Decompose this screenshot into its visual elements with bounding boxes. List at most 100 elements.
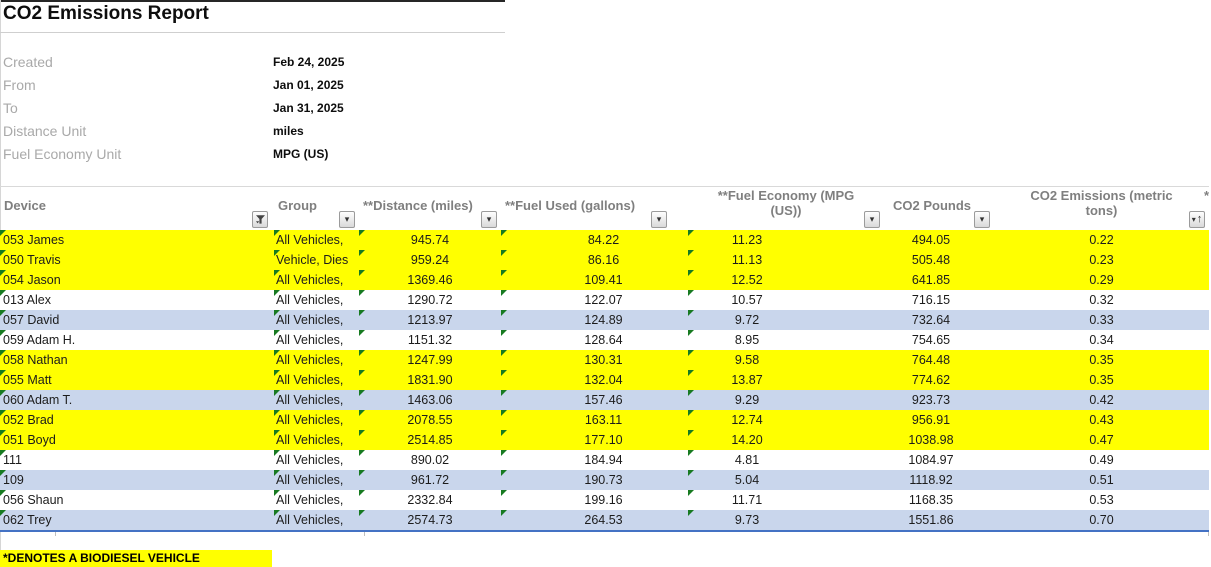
co2-pounds-cell[interactable]: 754.65 xyxy=(884,330,994,350)
device-cell[interactable]: 060 Adam T. xyxy=(0,390,274,410)
filter-dropdown-button[interactable]: ▾ xyxy=(651,211,667,228)
co2-pounds-cell[interactable]: 1118.92 xyxy=(884,470,994,490)
distance-cell[interactable]: 1247.99 xyxy=(359,350,501,370)
filter-applied-button[interactable] xyxy=(252,211,268,228)
co2-pounds-cell[interactable]: 764.48 xyxy=(884,350,994,370)
distance-cell[interactable]: 1151.32 xyxy=(359,330,501,350)
fuel-used-cell[interactable]: 157.46 xyxy=(501,390,688,410)
fuel-used-cell[interactable]: 184.94 xyxy=(501,450,688,470)
device-cell[interactable]: 057 David xyxy=(0,310,274,330)
fuel-economy-cell[interactable]: 11.23 xyxy=(688,230,884,250)
distance-cell[interactable]: 890.02 xyxy=(359,450,501,470)
filter-dropdown-button[interactable]: ▾ xyxy=(339,211,355,228)
co2-tons-cell[interactable]: 0.35 xyxy=(994,350,1209,370)
filter-dropdown-button[interactable]: ▾ xyxy=(974,211,990,228)
fuel-economy-cell[interactable]: 9.58 xyxy=(688,350,884,370)
distance-cell[interactable]: 1369.46 xyxy=(359,270,501,290)
group-cell[interactable]: All Vehicles, xyxy=(274,390,359,410)
co2-pounds-cell[interactable]: 1168.35 xyxy=(884,490,994,510)
distance-cell[interactable]: 2574.73 xyxy=(359,510,501,530)
co2-tons-cell[interactable]: 0.32 xyxy=(994,290,1209,310)
fuel-economy-cell[interactable]: 9.73 xyxy=(688,510,884,530)
device-cell[interactable]: 058 Nathan xyxy=(0,350,274,370)
co2-pounds-cell[interactable]: 1038.98 xyxy=(884,430,994,450)
co2-pounds-cell[interactable]: 1084.97 xyxy=(884,450,994,470)
group-cell[interactable]: All Vehicles, xyxy=(274,330,359,350)
co2-pounds-cell[interactable]: 774.62 xyxy=(884,370,994,390)
device-cell[interactable]: 056 Shaun xyxy=(0,490,274,510)
co2-tons-cell[interactable]: 0.35 xyxy=(994,370,1209,390)
device-cell[interactable]: 052 Brad xyxy=(0,410,274,430)
fuel-economy-cell[interactable]: 13.87 xyxy=(688,370,884,390)
distance-cell[interactable]: 1463.06 xyxy=(359,390,501,410)
co2-pounds-cell[interactable]: 732.64 xyxy=(884,310,994,330)
column-header-cell[interactable]: CO2 Pounds ▾ xyxy=(884,187,994,230)
co2-tons-cell[interactable]: 0.49 xyxy=(994,450,1209,470)
co2-tons-cell[interactable]: 0.43 xyxy=(994,410,1209,430)
group-cell[interactable]: All Vehicles, xyxy=(274,370,359,390)
fuel-used-cell[interactable]: 264.53 xyxy=(501,510,688,530)
device-cell[interactable]: 055 Matt xyxy=(0,370,274,390)
filter-dropdown-button[interactable]: ▾ xyxy=(864,211,880,228)
device-cell[interactable]: 053 James xyxy=(0,230,274,250)
fuel-used-cell[interactable]: 163.11 xyxy=(501,410,688,430)
device-cell[interactable]: 109 xyxy=(0,470,274,490)
distance-cell[interactable]: 1213.97 xyxy=(359,310,501,330)
column-header-cell[interactable]: Group ▾ xyxy=(274,187,359,230)
fuel-used-cell[interactable]: 130.31 xyxy=(501,350,688,370)
group-cell[interactable]: All Vehicles, xyxy=(274,230,359,250)
fuel-economy-cell[interactable]: 11.71 xyxy=(688,490,884,510)
column-header-cell[interactable]: **Fuel Used (gallons) ▾ xyxy=(501,187,688,230)
fuel-economy-cell[interactable]: 14.20 xyxy=(688,430,884,450)
distance-cell[interactable]: 961.72 xyxy=(359,470,501,490)
group-cell[interactable]: Vehicle, Dies xyxy=(274,250,359,270)
distance-cell[interactable]: 1831.90 xyxy=(359,370,501,390)
fuel-used-cell[interactable]: 124.89 xyxy=(501,310,688,330)
co2-tons-cell[interactable]: 0.47 xyxy=(994,430,1209,450)
co2-tons-cell[interactable]: 0.51 xyxy=(994,470,1209,490)
device-cell[interactable]: 050 Travis xyxy=(0,250,274,270)
group-cell[interactable]: All Vehicles, xyxy=(274,470,359,490)
fuel-economy-cell[interactable]: 5.04 xyxy=(688,470,884,490)
sort-filter-button[interactable]: ▾ ↑ xyxy=(1189,211,1205,228)
co2-pounds-cell[interactable]: 494.05 xyxy=(884,230,994,250)
co2-pounds-cell[interactable]: 641.85 xyxy=(884,270,994,290)
co2-tons-cell[interactable]: 0.33 xyxy=(994,310,1209,330)
group-cell[interactable]: All Vehicles, xyxy=(274,450,359,470)
co2-tons-cell[interactable]: 0.23 xyxy=(994,250,1209,270)
co2-tons-cell[interactable]: 0.22 xyxy=(994,230,1209,250)
fuel-economy-cell[interactable]: 8.95 xyxy=(688,330,884,350)
co2-tons-cell[interactable]: 0.42 xyxy=(994,390,1209,410)
fuel-used-cell[interactable]: 128.64 xyxy=(501,330,688,350)
device-cell[interactable]: 062 Trey xyxy=(0,510,274,530)
fuel-economy-cell[interactable]: 9.72 xyxy=(688,310,884,330)
fuel-economy-cell[interactable]: 12.74 xyxy=(688,410,884,430)
column-header-cell[interactable]: **Fuel Economy (MPG (US)) ▾ xyxy=(688,187,884,230)
group-cell[interactable]: All Vehicles, xyxy=(274,430,359,450)
fuel-used-cell[interactable]: 199.16 xyxy=(501,490,688,510)
co2-tons-cell[interactable]: 0.53 xyxy=(994,490,1209,510)
column-header-cell[interactable]: Device xyxy=(0,187,274,230)
column-header-cell[interactable]: CO2 Emissions (metric tons) ▾ ↑ xyxy=(994,187,1209,230)
fuel-used-cell[interactable]: 190.73 xyxy=(501,470,688,490)
co2-pounds-cell[interactable]: 716.15 xyxy=(884,290,994,310)
column-header-cell[interactable]: **Distance (miles) ▾ xyxy=(359,187,501,230)
device-cell[interactable]: 111 xyxy=(0,450,274,470)
distance-cell[interactable]: 945.74 xyxy=(359,230,501,250)
device-cell[interactable]: 059 Adam H. xyxy=(0,330,274,350)
fuel-economy-cell[interactable]: 9.29 xyxy=(688,390,884,410)
co2-pounds-cell[interactable]: 923.73 xyxy=(884,390,994,410)
co2-tons-cell[interactable]: 0.34 xyxy=(994,330,1209,350)
device-cell[interactable]: 013 Alex xyxy=(0,290,274,310)
co2-tons-cell[interactable]: 0.70 xyxy=(994,510,1209,530)
co2-pounds-cell[interactable]: 956.91 xyxy=(884,410,994,430)
co2-tons-cell[interactable]: 0.29 xyxy=(994,270,1209,290)
fuel-used-cell[interactable]: 86.16 xyxy=(501,250,688,270)
distance-cell[interactable]: 2332.84 xyxy=(359,490,501,510)
distance-cell[interactable]: 2514.85 xyxy=(359,430,501,450)
co2-pounds-cell[interactable]: 1551.86 xyxy=(884,510,994,530)
fuel-economy-cell[interactable]: 12.52 xyxy=(688,270,884,290)
distance-cell[interactable]: 959.24 xyxy=(359,250,501,270)
fuel-economy-cell[interactable]: 11.13 xyxy=(688,250,884,270)
fuel-economy-cell[interactable]: 4.81 xyxy=(688,450,884,470)
